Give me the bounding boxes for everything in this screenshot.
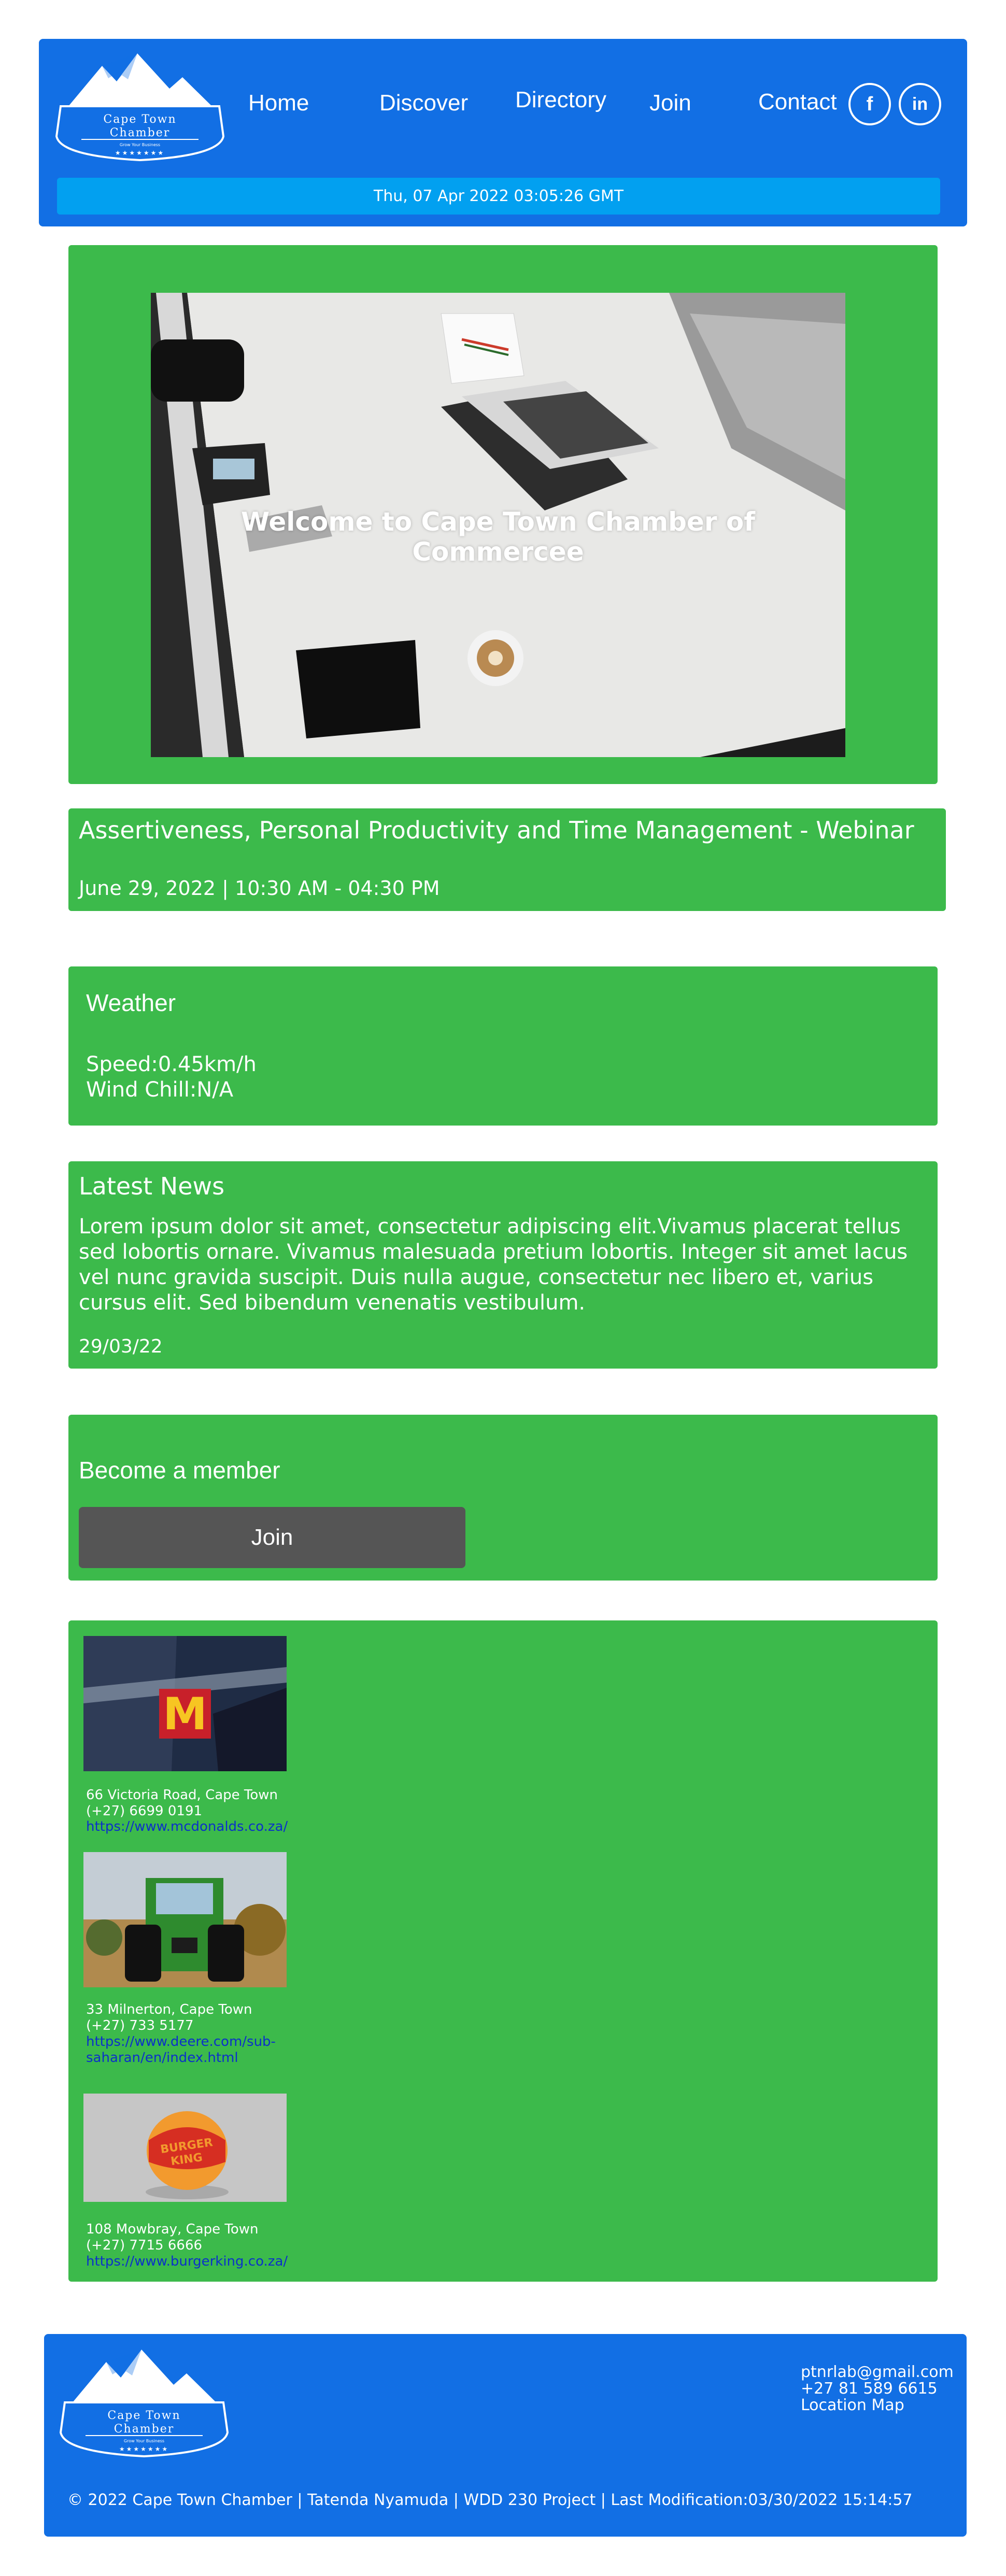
business-3-phone: (+27) 7715 6666	[86, 2238, 203, 2253]
linkedin-icon[interactable]: in	[899, 83, 941, 125]
footer-logo-tagline: Grow Your Business	[124, 2439, 164, 2443]
logo-name-line1: Cape Town	[103, 113, 176, 126]
business-1-link[interactable]: https://www.mcdonalds.co.za/	[86, 1819, 293, 1835]
burger-king-logo-icon: BURGER KING	[83, 2094, 287, 2202]
weather-heading: Weather	[86, 989, 176, 1016]
footer-logo-stars: ★★★★★★★	[119, 2445, 169, 2453]
logo-stars: ★★★★★★★	[115, 149, 165, 156]
footer-logo-name-line1: Cape Town	[107, 2409, 180, 2422]
weather-wind-chill: Wind Chill:N/A	[86, 1078, 234, 1102]
chamber-logo[interactable]: Cape Town Chamber Grow Your Business ★★★…	[50, 45, 230, 169]
join-button[interactable]: Join	[79, 1507, 465, 1568]
weather-speed: Speed:0.45km/h	[86, 1052, 257, 1076]
business-2-phone: (+27) 733 5177	[86, 2018, 194, 2033]
news-heading: Latest News	[79, 1172, 225, 1200]
event-title: Assertiveness, Personal Productivity and…	[79, 816, 914, 844]
footer-location-map-link[interactable]: Location Map	[801, 2396, 904, 2414]
business-1-address: 66 Victoria Road, Cape Town	[86, 1787, 278, 1803]
nav-home[interactable]: Home	[248, 90, 309, 116]
news-date: 29/03/22	[79, 1336, 163, 1357]
logo-name-line2: Chamber	[110, 126, 171, 139]
footer-email[interactable]: ptnrlab@gmail.com	[801, 2363, 954, 2381]
facebook-icon[interactable]: f	[848, 83, 891, 125]
current-date-bar: Thu, 07 Apr 2022 03:05:26 GMT	[57, 178, 940, 215]
tractor-icon	[83, 1852, 287, 1987]
footer-chamber-logo[interactable]: Cape Town Chamber Grow Your Business ★★★…	[54, 2341, 234, 2466]
business-1-phone: (+27) 6699 0191	[86, 1803, 203, 1819]
nav-contact[interactable]: Contact	[758, 89, 837, 115]
business-3-address: 108 Mowbray, Cape Town	[86, 2222, 259, 2237]
membership-heading: Become a member	[79, 1457, 280, 1484]
logo-tagline: Grow Your Business	[120, 143, 160, 147]
event-date: June 29, 2022 | 10:30 AM - 04:30 PM	[79, 877, 440, 900]
business-2-link[interactable]: https://www.deere.com/sub-saharan/en/ind…	[86, 2034, 293, 2066]
business-2-address: 33 Milnerton, Cape Town	[86, 2002, 252, 2017]
svg-text:M: M	[163, 1688, 207, 1740]
hero-title: Welcome to Cape Town Chamber of Commerce…	[240, 507, 756, 567]
news-body: Lorem ipsum dolor sit amet, consectetur …	[79, 1215, 908, 1315]
mcdonalds-sign-icon: M	[83, 1636, 287, 1771]
footer-copyright: © 2022 Cape Town Chamber | Tatenda Nyamu…	[67, 2491, 913, 2509]
business-3-link[interactable]: https://www.burgerking.co.za/	[86, 2254, 293, 2270]
footer-logo-name-line2: Chamber	[114, 2423, 175, 2436]
nav-join[interactable]: Join	[649, 90, 691, 116]
footer-phone: +27 81 589 6615	[801, 2380, 938, 2398]
nav-discover[interactable]: Discover	[379, 90, 468, 116]
nav-directory[interactable]: Directory	[515, 87, 606, 113]
